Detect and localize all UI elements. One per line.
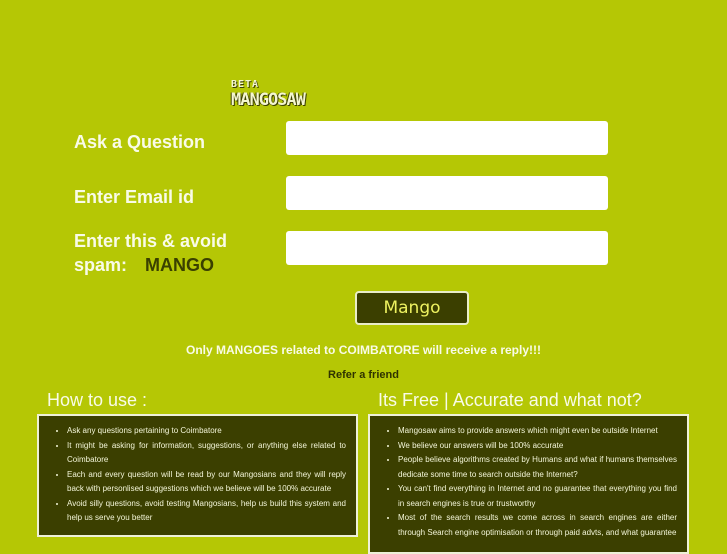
its-free-list: Mangosaw aims to provide answers which m… [370, 416, 687, 540]
list-item: Ask any questions pertaining to Coimbato… [67, 424, 346, 439]
list-item: Mangosaw aims to provide answers which m… [398, 424, 677, 439]
email-label: Enter Email id [74, 187, 195, 207]
list-item: Each and every question will be read by … [67, 468, 346, 497]
refer-friend-container: Refer a friend [0, 369, 727, 381]
captcha-label: Enter this & avoid spam: MANGO [74, 229, 227, 277]
list-item: You can't find everything in Internet an… [398, 482, 677, 511]
list-item: Most of the search results we come acros… [398, 511, 677, 540]
captcha-label-line1: Enter this & avoid [74, 231, 228, 251]
list-item: People believe algorithms created by Hum… [398, 453, 677, 482]
captcha-input[interactable] [286, 231, 608, 265]
list-item: We believe our answers will be 100% accu… [398, 439, 677, 454]
list-item: It might be asking for information, sugg… [67, 439, 346, 468]
how-to-use-list: Ask any questions pertaining to Coimbato… [39, 416, 356, 526]
refer-friend-link[interactable]: Refer a friend [328, 369, 399, 381]
its-free-panel: Mangosaw aims to provide answers which m… [368, 414, 689, 554]
how-to-use-title: How to use : [47, 390, 148, 410]
question-input[interactable] [286, 121, 608, 155]
notice-text: Only MANGOES related to COIMBATORE will … [186, 343, 541, 357]
how-to-use-panel: Ask any questions pertaining to Coimbato… [37, 414, 358, 537]
mangosaw-logo[interactable]: BETA MANGOSAW [231, 79, 306, 111]
its-free-title: Its Free | Accurate and what not? [378, 390, 642, 410]
logo-name: MANGOSAW [231, 90, 306, 110]
captcha-word: MANGO [145, 255, 215, 275]
logo-beta: BETA [231, 79, 260, 90]
mango-submit-button[interactable]: Mango [355, 291, 469, 325]
captcha-label-spam: spam: [74, 255, 128, 275]
list-item: Avoid silly questions, avoid testing Man… [67, 497, 346, 526]
question-label: Ask a Question [74, 132, 206, 152]
captcha-label-line2: spam: MANGO [74, 253, 227, 277]
email-input[interactable] [286, 176, 608, 210]
